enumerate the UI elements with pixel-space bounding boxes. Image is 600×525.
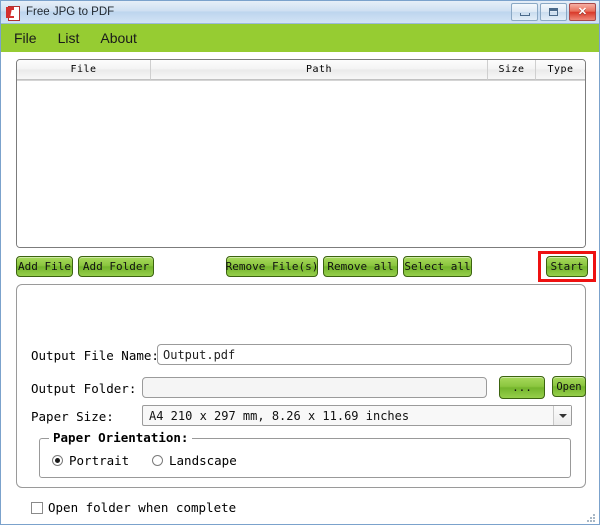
column-header-path[interactable]: Path <box>151 60 488 80</box>
paper-orientation-group: Paper Orientation: Portrait Landscape <box>39 430 571 478</box>
radio-portrait[interactable]: Portrait <box>52 453 129 468</box>
column-header-file[interactable]: File <box>17 60 151 80</box>
menu-item-about[interactable]: About <box>98 29 139 47</box>
remove-files-button[interactable]: Remove File(s) <box>226 256 318 277</box>
close-button[interactable]: ✕ <box>569 3 596 21</box>
open-folder-button[interactable]: Open <box>552 376 586 397</box>
column-header-size[interactable]: Size <box>488 60 536 80</box>
paper-size-label: Paper Size: <box>31 409 114 424</box>
paper-size-value: A4 210 x 297 mm, 8.26 x 11.69 inches <box>149 408 410 423</box>
radio-unselected-icon <box>152 455 163 466</box>
radio-landscape[interactable]: Landscape <box>152 453 237 468</box>
output-folder-input[interactable] <box>142 377 487 398</box>
app-pdf-icon <box>6 5 21 21</box>
add-file-button[interactable]: Add File <box>16 256 73 277</box>
menu-bar: File List About <box>1 24 599 52</box>
add-folder-button[interactable]: Add Folder <box>78 256 154 277</box>
maximize-button[interactable] <box>540 3 567 21</box>
close-icon: ✕ <box>577 5 588 18</box>
title-bar: Free JPG to PDF ✕ <box>1 1 599 24</box>
file-list-body[interactable] <box>17 81 585 247</box>
chevron-down-icon[interactable] <box>553 406 571 425</box>
output-filename-input[interactable] <box>157 344 572 365</box>
output-folder-label: Output Folder: <box>31 381 137 396</box>
file-list-view[interactable]: File Path Size Type <box>16 59 586 248</box>
browse-folder-button[interactable]: ... <box>499 376 545 399</box>
window-controls: ✕ <box>511 3 596 21</box>
open-folder-when-complete-checkbox[interactable]: Open folder when complete <box>31 500 236 515</box>
radio-selected-icon <box>52 455 63 466</box>
select-all-button[interactable]: Select all <box>403 256 472 277</box>
action-button-row: Add File Add Folder Remove File(s) Remov… <box>1 251 599 282</box>
radio-landscape-label: Landscape <box>169 453 237 468</box>
menu-item-file[interactable]: File <box>12 29 39 47</box>
checkbox-unchecked-icon <box>31 501 43 514</box>
client-area: File Path Size Type Add File Add Folder … <box>1 52 599 524</box>
minimize-button[interactable] <box>511 3 538 21</box>
minimize-icon <box>519 13 530 16</box>
output-filename-label: Output File Name: <box>31 348 159 363</box>
start-button[interactable]: Start <box>546 256 588 277</box>
resize-grip-icon <box>585 512 597 524</box>
paper-orientation-label: Paper Orientation: <box>49 430 193 445</box>
menu-item-list[interactable]: List <box>56 29 82 47</box>
remove-all-button[interactable]: Remove all <box>323 256 398 277</box>
maximize-icon <box>549 8 558 16</box>
file-list-header: File Path Size Type <box>17 60 585 81</box>
column-header-type[interactable]: Type <box>536 60 585 80</box>
paper-size-select[interactable]: A4 210 x 297 mm, 8.26 x 11.69 inches <box>142 405 572 426</box>
application-window: Free JPG to PDF ✕ File List About File P… <box>0 0 600 525</box>
open-folder-when-complete-label: Open folder when complete <box>48 500 237 515</box>
output-settings-panel: Output File Name: Output Folder: ... Ope… <box>16 284 586 515</box>
window-title: Free JPG to PDF <box>26 6 115 18</box>
radio-portrait-label: Portrait <box>69 453 130 468</box>
